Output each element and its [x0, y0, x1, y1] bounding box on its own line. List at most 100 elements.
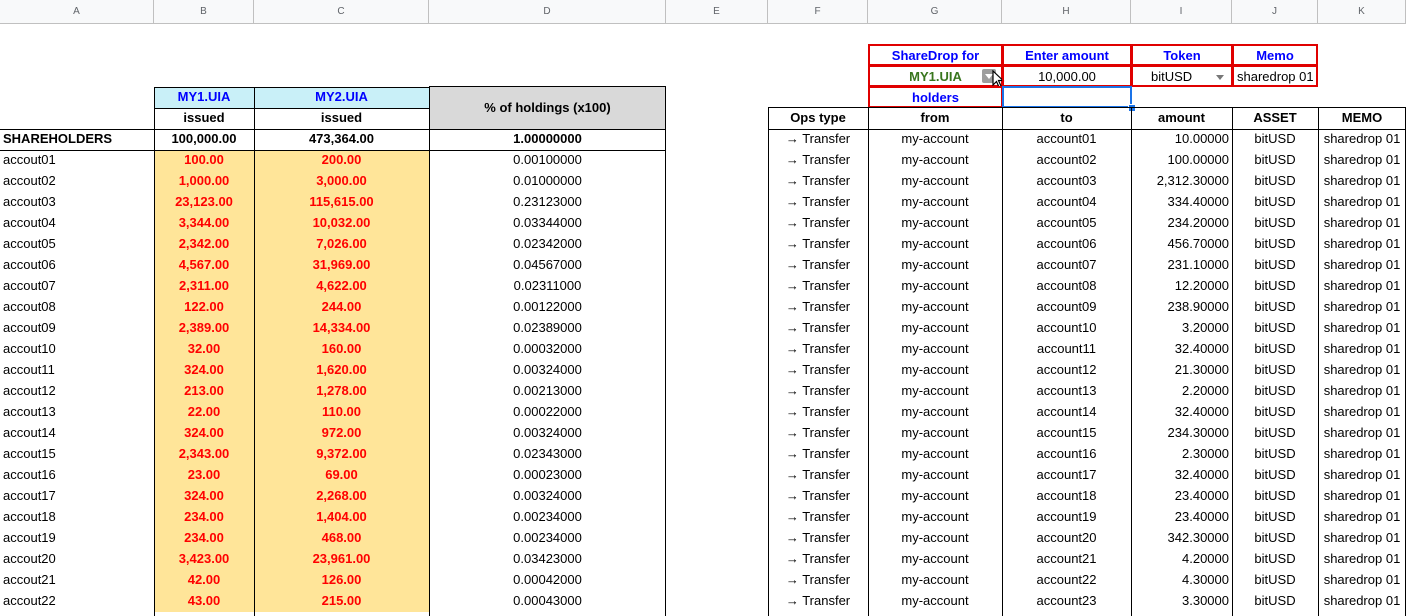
- shareholder-name[interactable]: accout18: [0, 507, 154, 528]
- asset-cell[interactable]: bitUSD: [1232, 318, 1318, 339]
- issued-my2uia-cell[interactable]: 1,620.00: [254, 360, 429, 381]
- from-cell[interactable]: my-account: [868, 234, 1002, 255]
- amount-cell[interactable]: 23.40000: [1131, 486, 1232, 507]
- column-header-d[interactable]: D: [429, 0, 666, 24]
- to-cell[interactable]: account23: [1002, 591, 1131, 612]
- asset-cell[interactable]: bitUSD: [1232, 339, 1318, 360]
- memo-cell[interactable]: sharedrop 01: [1318, 381, 1406, 402]
- issued-label-c[interactable]: issued: [254, 108, 429, 129]
- issued-my2uia-cell[interactable]: 215.00: [254, 591, 429, 612]
- amount-cell[interactable]: 231.10000: [1131, 255, 1232, 276]
- issued-my2uia-cell[interactable]: 160.00: [254, 339, 429, 360]
- amount-cell[interactable]: 3.20000: [1131, 318, 1232, 339]
- shareholders-label[interactable]: SHAREHOLDERS: [0, 129, 154, 150]
- memo-cell[interactable]: sharedrop 01: [1318, 234, 1406, 255]
- memo-cell[interactable]: sharedrop 01: [1318, 318, 1406, 339]
- shareholder-name[interactable]: accout03: [0, 192, 154, 213]
- shareholder-name[interactable]: accout14: [0, 423, 154, 444]
- amount-cell[interactable]: 2.30000: [1131, 444, 1232, 465]
- memo-input[interactable]: sharedrop 01: [1232, 65, 1318, 87]
- holdings-percent-cell[interactable]: 0.00122000: [429, 297, 666, 318]
- ops-type-cell[interactable]: → Transfer: [768, 255, 868, 276]
- shareholder-name[interactable]: accout17: [0, 486, 154, 507]
- holdings-percent-cell[interactable]: 0.03423000: [429, 549, 666, 570]
- shareholder-name[interactable]: accout20: [0, 549, 154, 570]
- ops-type-cell[interactable]: → Transfer: [768, 213, 868, 234]
- to-cell[interactable]: account06: [1002, 234, 1131, 255]
- shareholder-name[interactable]: accout16: [0, 465, 154, 486]
- memo-cell[interactable]: sharedrop 01: [1318, 360, 1406, 381]
- total-holdings-percent[interactable]: 1.00000000: [429, 129, 666, 150]
- issued-my1uia-cell[interactable]: 122.00: [154, 297, 254, 318]
- holdings-percent-cell[interactable]: 0.03344000: [429, 213, 666, 234]
- to-cell[interactable]: account05: [1002, 213, 1131, 234]
- memo-cell[interactable]: sharedrop 01: [1318, 465, 1406, 486]
- from-cell[interactable]: my-account: [868, 360, 1002, 381]
- asset-cell[interactable]: bitUSD: [1232, 150, 1318, 171]
- column-header-i[interactable]: I: [1131, 0, 1232, 24]
- issued-my2uia-cell[interactable]: 3,000.00: [254, 171, 429, 192]
- issued-my1uia-cell[interactable]: 324.00: [154, 360, 254, 381]
- ops-type-cell[interactable]: → Transfer: [768, 381, 868, 402]
- ops-type-cell[interactable]: → Transfer: [768, 549, 868, 570]
- ops-type-cell[interactable]: → Transfer: [768, 318, 868, 339]
- shareholder-name[interactable]: accout22: [0, 591, 154, 612]
- memo-cell[interactable]: sharedrop 01: [1318, 486, 1406, 507]
- to-cell[interactable]: account19: [1002, 507, 1131, 528]
- asset-cell[interactable]: bitUSD: [1232, 234, 1318, 255]
- from-cell[interactable]: my-account: [868, 444, 1002, 465]
- column-header-b[interactable]: B: [154, 0, 254, 24]
- issued-my2uia-cell[interactable]: 126.00: [254, 570, 429, 591]
- ops-type-cell[interactable]: → Transfer: [768, 171, 868, 192]
- to-cell[interactable]: account03: [1002, 171, 1131, 192]
- from-cell[interactable]: my-account: [868, 339, 1002, 360]
- total-issued-my1uia[interactable]: 100,000.00: [154, 129, 254, 150]
- issued-my1uia-cell[interactable]: 2,342.00: [154, 234, 254, 255]
- holdings-percent-cell[interactable]: 0.01000000: [429, 171, 666, 192]
- ops-type-cell[interactable]: → Transfer: [768, 360, 868, 381]
- from-header[interactable]: from: [868, 108, 1002, 129]
- issued-label-b[interactable]: issued: [154, 108, 254, 129]
- ops-type-cell[interactable]: → Transfer: [768, 234, 868, 255]
- holdings-percent-cell[interactable]: 0.00324000: [429, 360, 666, 381]
- column-header-f[interactable]: F: [768, 0, 868, 24]
- holdings-percent-cell[interactable]: 0.00100000: [429, 150, 666, 171]
- to-cell[interactable]: account18: [1002, 486, 1131, 507]
- amount-cell[interactable]: 10.00000: [1131, 129, 1232, 150]
- amount-cell[interactable]: 234.20000: [1131, 213, 1232, 234]
- asset-cell[interactable]: bitUSD: [1232, 276, 1318, 297]
- issued-my1uia-cell[interactable]: 4,567.00: [154, 255, 254, 276]
- memo-cell[interactable]: sharedrop 01: [1318, 297, 1406, 318]
- memo-cell[interactable]: sharedrop 01: [1318, 444, 1406, 465]
- memo-cell[interactable]: sharedrop 01: [1318, 339, 1406, 360]
- to-cell[interactable]: account08: [1002, 276, 1131, 297]
- amount-cell[interactable]: 12.20000: [1131, 276, 1232, 297]
- issued-my2uia-cell[interactable]: 14,334.00: [254, 318, 429, 339]
- issued-my1uia-cell[interactable]: 2,311.00: [154, 276, 254, 297]
- ops-type-cell[interactable]: → Transfer: [768, 402, 868, 423]
- holdings-percent-cell[interactable]: 0.00234000: [429, 528, 666, 549]
- amount-cell[interactable]: 334.40000: [1131, 192, 1232, 213]
- ops-type-cell[interactable]: → Transfer: [768, 297, 868, 318]
- ops-type-cell[interactable]: → Transfer: [768, 423, 868, 444]
- asset-cell[interactable]: bitUSD: [1232, 507, 1318, 528]
- from-cell[interactable]: my-account: [868, 129, 1002, 150]
- holdings-percent-cell[interactable]: 0.23123000: [429, 192, 666, 213]
- to-cell[interactable]: account10: [1002, 318, 1131, 339]
- issued-my1uia-cell[interactable]: 42.00: [154, 570, 254, 591]
- amount-header[interactable]: amount: [1131, 108, 1232, 129]
- memo-header[interactable]: MEMO: [1318, 108, 1406, 129]
- token-label[interactable]: Token: [1131, 44, 1233, 66]
- from-cell[interactable]: my-account: [868, 465, 1002, 486]
- to-cell[interactable]: account17: [1002, 465, 1131, 486]
- holdings-percent-cell[interactable]: 0.00234000: [429, 507, 666, 528]
- memo-cell[interactable]: sharedrop 01: [1318, 507, 1406, 528]
- issued-my2uia-cell[interactable]: 468.00: [254, 528, 429, 549]
- asset-cell[interactable]: bitUSD: [1232, 255, 1318, 276]
- from-cell[interactable]: my-account: [868, 192, 1002, 213]
- ops-type-cell[interactable]: → Transfer: [768, 507, 868, 528]
- enter-amount-label[interactable]: Enter amount: [1002, 44, 1132, 66]
- issued-my2uia-cell[interactable]: 69.00: [254, 465, 429, 486]
- holdings-percent-cell[interactable]: 0.00023000: [429, 465, 666, 486]
- memo-cell[interactable]: sharedrop 01: [1318, 276, 1406, 297]
